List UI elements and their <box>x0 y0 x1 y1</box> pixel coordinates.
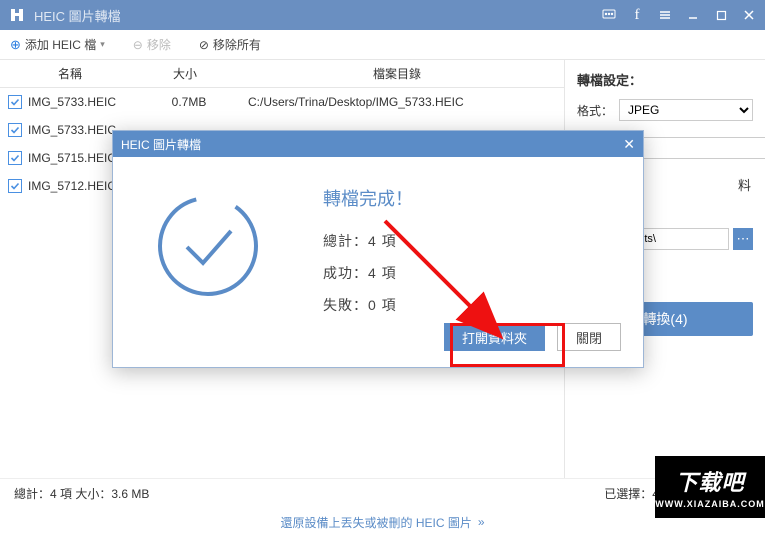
modal-overlay: HEIC 圖片轉檔 ✕ 轉檔完成！ 總計：4 項 成功：4 項 失敗：0 項 打… <box>0 0 765 518</box>
site-watermark: 下载吧 WWW.XIAZAIBA.COM <box>655 456 765 518</box>
dialog-close-icon[interactable]: ✕ <box>623 136 635 153</box>
completion-dialog: HEIC 圖片轉檔 ✕ 轉檔完成！ 總計：4 項 成功：4 項 失敗：0 項 打… <box>112 130 644 368</box>
dialog-titlebar: HEIC 圖片轉檔 ✕ <box>113 131 643 157</box>
done-text: 轉檔完成！ <box>323 185 413 211</box>
dialog-body: 轉檔完成！ 總計：4 項 成功：4 項 失敗：0 項 <box>113 157 643 337</box>
dialog-title: HEIC 圖片轉檔 <box>121 136 201 153</box>
dialog-buttons: 打開資料夾 關閉 <box>444 323 621 351</box>
open-folder-button[interactable]: 打開資料夾 <box>444 323 545 351</box>
success-line: 成功：4 項 <box>323 263 413 283</box>
fail-line: 失敗：0 項 <box>323 295 413 315</box>
total-line: 總計：4 項 <box>323 231 413 251</box>
close-button[interactable]: 關閉 <box>557 323 621 351</box>
success-check-icon <box>153 191 263 301</box>
watermark-text: 下载吧 <box>675 465 744 497</box>
watermark-url: WWW.XIAZAIBA.COM <box>655 499 765 509</box>
dialog-stats: 轉檔完成！ 總計：4 項 成功：4 項 失敗：0 項 <box>323 185 413 327</box>
